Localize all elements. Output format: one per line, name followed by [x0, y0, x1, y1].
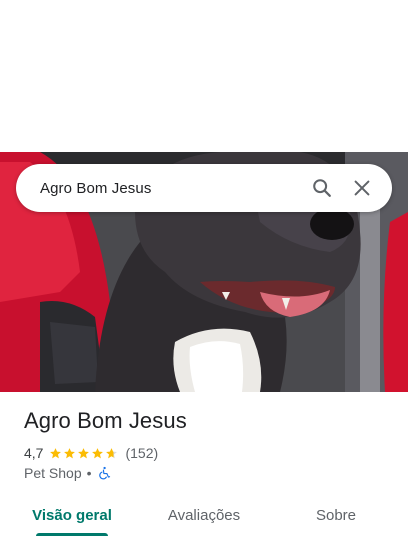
search-bar[interactable]: Agro Bom Jesus: [16, 164, 392, 212]
search-icon[interactable]: [302, 168, 342, 208]
star-icon: [64, 447, 76, 458]
tab-overview[interactable]: Visão geral: [0, 490, 144, 540]
category-row: Pet Shop •: [24, 465, 111, 481]
star-rating: [49, 447, 119, 460]
active-tab-indicator: [36, 533, 108, 536]
tab-bar: Visão geral Avaliações Sobre: [0, 490, 408, 540]
close-icon[interactable]: [342, 168, 382, 208]
separator-dot: •: [86, 465, 92, 481]
tab-reviews[interactable]: Avaliações: [144, 490, 264, 540]
star-icon: [78, 447, 90, 458]
rating-row[interactable]: 4,7 (152): [24, 445, 158, 461]
place-category[interactable]: Pet Shop: [24, 465, 82, 481]
tab-about[interactable]: Sobre: [264, 490, 408, 540]
place-title: Agro Bom Jesus: [24, 408, 187, 433]
wheelchair-icon: [97, 466, 111, 480]
star-icon: [50, 447, 62, 458]
tab-label: Sobre: [315, 506, 357, 524]
rating-value: 4,7: [24, 445, 44, 461]
star-half-icon: [106, 447, 118, 458]
tab-label: Avaliações: [167, 506, 241, 524]
review-count[interactable]: (152): [125, 445, 158, 461]
tab-label: Visão geral: [32, 506, 112, 524]
place-sheet: Agro Bom Jesus Agro Bom Jesus 4,7 (152) …: [0, 0, 408, 544]
search-input[interactable]: Agro Bom Jesus: [40, 180, 302, 197]
star-icon: [92, 447, 104, 458]
